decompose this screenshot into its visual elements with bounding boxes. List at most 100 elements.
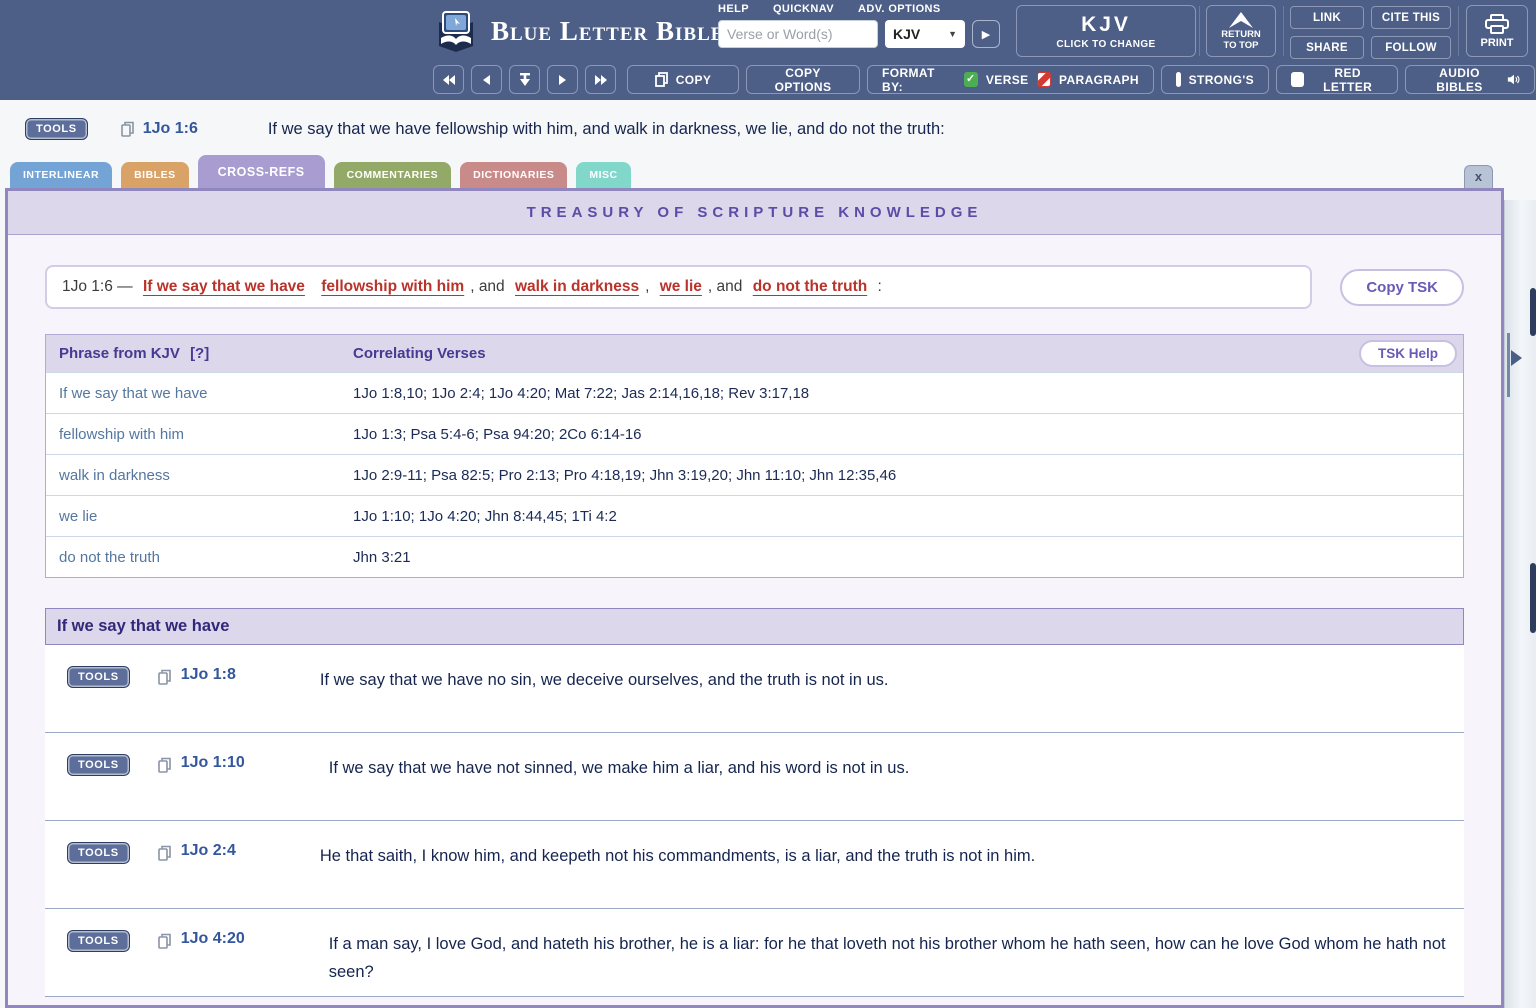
jump-to-verse-button[interactable]: [509, 65, 540, 94]
phrase-link-3[interactable]: walk in darkness: [515, 278, 639, 295]
copy-options-label: COPY OPTIONS: [774, 65, 832, 94]
copy-verse-icon[interactable]: [157, 845, 171, 861]
phrase-cell-link[interactable]: we lie: [46, 508, 353, 525]
up-arrow-icon: [1229, 11, 1253, 28]
follow-button[interactable]: FOLLOW: [1371, 36, 1451, 59]
paragraph-no-icon[interactable]: [1036, 72, 1051, 87]
help-link[interactable]: HELP: [718, 3, 749, 15]
phrase-link-5[interactable]: do not the truth: [753, 278, 868, 295]
red-letter-checkbox-icon: [1291, 72, 1305, 87]
tsk-table-header: Phrase from KJV [?] Correlating Verses T…: [46, 335, 1463, 372]
col-phrase-header: Phrase from KJV [?]: [46, 345, 353, 362]
list-item: TOOLS 1Jo 2:4 He that saith, I know him,…: [45, 821, 1464, 909]
verse-tools-button[interactable]: TOOLS: [67, 666, 130, 688]
tsk-panel-body: 1Jo 1:6 — If we say that we have fellows…: [8, 265, 1501, 997]
version-label: KJV: [1081, 12, 1131, 36]
next-chapter-button[interactable]: [585, 65, 616, 94]
phrase-section-header: If we say that we have: [45, 608, 1464, 645]
return-to-top-button[interactable]: RETURN TO TOP: [1206, 5, 1276, 57]
tsk-phrase-box: 1Jo 1:6 — If we say that we have fellows…: [45, 265, 1313, 309]
tab-cross-refs[interactable]: CROSS-REFS: [197, 155, 325, 188]
copy-options-button[interactable]: COPY OPTIONS: [746, 65, 860, 94]
verse-checkbox-checked-icon[interactable]: ✓: [963, 72, 978, 87]
phrase-link-2[interactable]: fellowship with him: [321, 278, 464, 295]
double-right-arrow-icon: [594, 74, 607, 85]
copy-button[interactable]: COPY: [627, 65, 739, 94]
table-row: do not the truth Jhn 3:21: [46, 536, 1463, 577]
copy-verse-icon[interactable]: [157, 757, 171, 773]
right-arrow-icon: [559, 74, 566, 85]
tab-bibles[interactable]: BIBLES: [121, 162, 189, 188]
scrollbar-thumb[interactable]: [1530, 288, 1536, 336]
copy-verse-icon[interactable]: [157, 933, 171, 949]
table-row: walk in darkness 1Jo 2:9-11; Psa 82:5; P…: [46, 454, 1463, 495]
current-verse-row: TOOLS 1Jo 1:6 If we say that we have fel…: [25, 118, 945, 140]
printer-icon: [1485, 13, 1509, 34]
copy-tsk-button[interactable]: Copy TSK: [1340, 268, 1464, 306]
phrase-cell-link[interactable]: do not the truth: [46, 549, 353, 566]
verse-tools-button[interactable]: TOOLS: [25, 118, 88, 140]
cite-this-button[interactable]: CITE THIS: [1371, 6, 1451, 29]
print-button[interactable]: PRINT: [1466, 5, 1528, 57]
verse-reference-link[interactable]: 1Jo 1:6: [143, 120, 198, 138]
version-select[interactable]: KJV ▼: [885, 20, 965, 48]
verse-reference-link[interactable]: 1Jo 1:10: [181, 754, 245, 772]
quicknav-link[interactable]: QUICKNAV: [773, 3, 834, 15]
phrase-help-link[interactable]: [?]: [190, 345, 209, 362]
prev-verse-button[interactable]: [471, 65, 502, 94]
verse-tools-button[interactable]: TOOLS: [67, 930, 130, 952]
panel-resize-handle[interactable]: [1507, 333, 1510, 397]
version-select-value: KJV: [893, 26, 921, 42]
blb-book-icon: [439, 11, 473, 52]
format-paragraph-label[interactable]: PARAGRAPH: [1059, 73, 1139, 87]
study-tabs: INTERLINEAR BIBLES CROSS-REFS COMMENTARI…: [10, 155, 631, 188]
tab-dictionaries[interactable]: DICTIONARIES: [460, 162, 568, 188]
table-row: we lie 1Jo 1:10; 1Jo 4:20; Jhn 8:44,45; …: [46, 495, 1463, 536]
verse-reference-link[interactable]: 1Jo 1:8: [181, 666, 236, 684]
strongs-toggle-button[interactable]: STRONG'S: [1161, 65, 1269, 94]
version-change-button[interactable]: KJV CLICK TO CHANGE: [1016, 5, 1196, 57]
search-input[interactable]: [718, 20, 878, 48]
next-verse-button[interactable]: [547, 65, 578, 94]
header-toolbar: COPY COPY OPTIONS FORMAT BY: ✓ VERSE PAR…: [0, 62, 1536, 100]
verse-reference-link[interactable]: 1Jo 2:4: [181, 842, 236, 860]
double-left-arrow-icon: [442, 74, 455, 85]
phrase-sep-5: :: [877, 278, 882, 295]
red-letter-toggle-button[interactable]: RED LETTER: [1276, 65, 1398, 94]
prev-chapter-button[interactable]: [433, 65, 464, 94]
search-area: HELP QUICKNAV ADV. OPTIONS KJV ▼ ▶: [718, 3, 1000, 48]
adv-options-link[interactable]: ADV. OPTIONS: [858, 3, 941, 15]
scrollbar-thumb[interactable]: [1530, 563, 1536, 633]
audio-bibles-button[interactable]: AUDIO BIBLES: [1405, 65, 1535, 94]
verse-text: He that saith, I know him, and keepeth n…: [319, 847, 1036, 865]
blb-logo[interactable]: Blue Letter Bible: [433, 8, 724, 54]
phrase-link-1[interactable]: If we say that we have: [143, 278, 305, 295]
verse-tools-button[interactable]: TOOLS: [67, 842, 130, 864]
phrase-cell-link[interactable]: If we say that we have: [46, 385, 353, 402]
phrase-ref: 1Jo 1:6 —: [62, 278, 133, 295]
format-verse-label[interactable]: VERSE: [986, 73, 1029, 87]
header-top-row: Blue Letter Bible HELP QUICKNAV ADV. OPT…: [0, 0, 1536, 62]
verse-reference-link[interactable]: 1Jo 4:20: [181, 930, 245, 948]
tab-commentaries[interactable]: COMMENTARIES: [333, 162, 452, 188]
phrase-sep-4: , and: [707, 278, 743, 295]
phrase-cell-link[interactable]: fellowship with him: [46, 426, 353, 443]
share-button[interactable]: SHARE: [1290, 36, 1364, 59]
tab-misc[interactable]: MISC: [576, 162, 631, 188]
copy-verse-icon[interactable]: [157, 669, 171, 685]
verses-cell: 1Jo 1:3; Psa 5:4-6; Psa 94:20; 2Co 6:14-…: [353, 425, 642, 443]
phrase-link-4[interactable]: we lie: [660, 278, 702, 295]
tsk-help-button[interactable]: TSK Help: [1358, 340, 1457, 367]
verse-tools-button[interactable]: TOOLS: [67, 754, 130, 776]
close-panel-button[interactable]: x: [1464, 165, 1493, 188]
phrase-cell-link[interactable]: walk in darkness: [46, 467, 353, 484]
verse-text: If we say that we have fellowship with h…: [267, 119, 945, 138]
copy-verse-icon[interactable]: [120, 121, 134, 137]
panel-expand-arrow-icon[interactable]: [1511, 350, 1522, 366]
blb-app: Blue Letter Bible HELP QUICKNAV ADV. OPT…: [0, 0, 1536, 1008]
link-button[interactable]: LINK: [1290, 6, 1364, 29]
divider: [1283, 6, 1284, 56]
search-go-button[interactable]: ▶: [972, 20, 1000, 48]
verses-cell: Jhn 3:21: [353, 548, 411, 566]
tab-interlinear[interactable]: INTERLINEAR: [10, 162, 113, 188]
